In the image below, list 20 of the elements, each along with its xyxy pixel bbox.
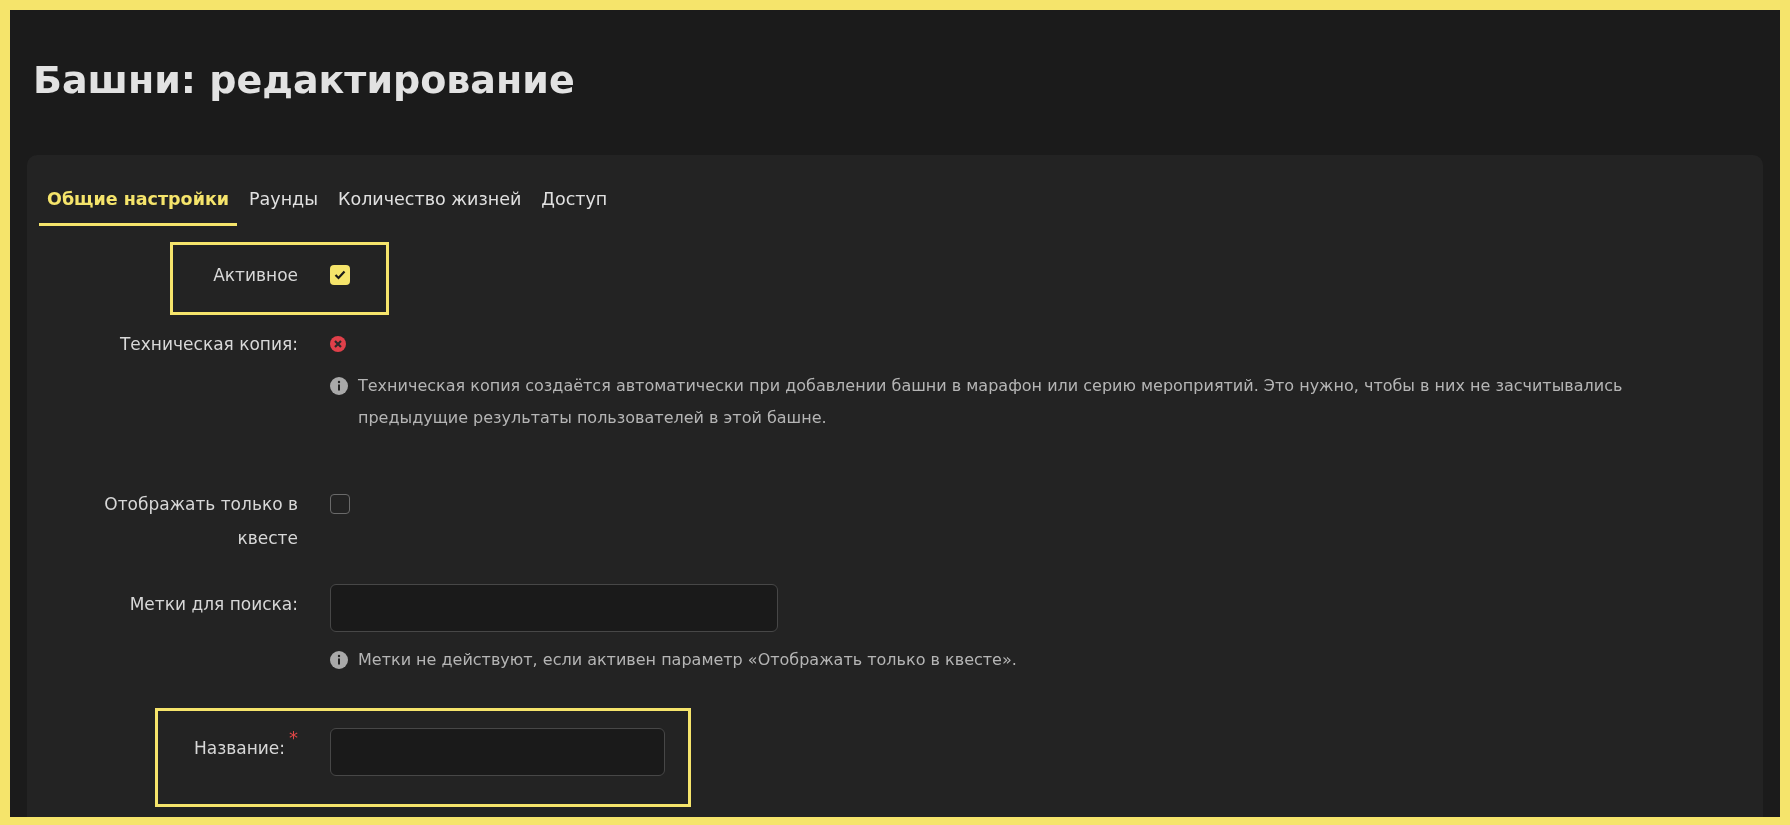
info-icon [330,377,348,395]
info-icon [330,651,348,669]
field-label: Техническая копия: [119,333,298,356]
checkmark-icon [334,270,346,280]
hint-text: Метки не действуют, если активен параметр «Отображать только в квесте». [358,649,1017,671]
checkbox[interactable] [330,494,350,514]
checkbox[interactable] [330,265,350,285]
tab[interactable]: Количество жизней [330,173,530,226]
page-title: Башни: редактирование [33,58,576,104]
tab[interactable]: Доступ [533,173,616,226]
field-label: Метки для поиска: [129,593,298,616]
tab[interactable]: Общие настройки [39,173,238,226]
field-label: Активное [213,264,298,287]
tab[interactable]: Раунды [241,173,327,226]
field-label: Название: [193,737,285,760]
text-field[interactable] [330,728,665,776]
field-label: Отображать только в квесте [103,493,298,550]
text-field[interactable] [330,584,778,632]
hint-text: Техническая копия создаётся автоматически при добавлении башни в марафон или серию мероприятий. Это нужно, чтобы в них не засчитывались предыдущие результаты пользователей в этой башне. [358,375,1624,429]
required-mark: * [289,728,298,748]
